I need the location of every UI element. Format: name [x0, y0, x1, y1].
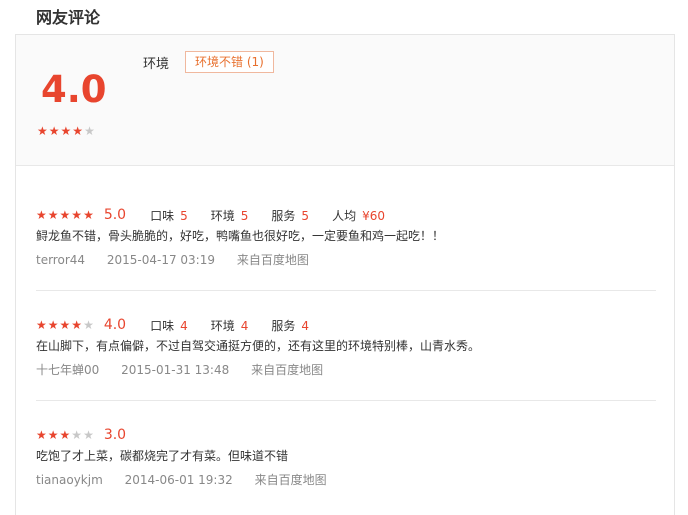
- star-filled-icon: ★: [60, 124, 72, 138]
- review-source: 来自百度地图: [251, 363, 324, 377]
- review-meta: tianaoykjm 2014-06-01 19:32 来自百度地图: [36, 471, 656, 488]
- star-filled-icon: ★: [47, 208, 59, 222]
- star-filled-icon: ★: [47, 428, 59, 442]
- overall-stars: ★ ★ ★ ★ ★: [37, 125, 95, 137]
- review-date: 2014-06-01 19:32: [124, 473, 233, 487]
- review-score: 5.0: [103, 207, 127, 223]
- star-filled-icon: ★: [59, 318, 71, 332]
- star-filled-icon: ★: [36, 318, 47, 332]
- review-date: 2015-04-17 03:19: [106, 253, 215, 267]
- review-stars: ★ ★ ★ ★ ★: [36, 209, 94, 221]
- star-empty-icon: ★: [83, 318, 94, 332]
- review-score: 4.0: [103, 317, 127, 333]
- star-empty-icon: ★: [71, 428, 83, 442]
- star-filled-icon: ★: [36, 428, 47, 442]
- sub-rating: 人均 ¥60: [332, 208, 385, 223]
- review-item: ★ ★ ★ ★ ★ 5.0 口味 5 环境 5 服务 5 人均 ¥60 鲟龙鱼不错，骨头脆脆的，…: [36, 206, 656, 268]
- env-label: 环境: [143, 57, 170, 72]
- star-filled-icon: ★: [47, 318, 59, 332]
- review-text: 吃饱了才上菜，碳都烧完了才有菜。但味道不错: [36, 449, 289, 463]
- star-filled-icon: ★: [83, 208, 94, 222]
- sub-rating: 口味 4: [150, 318, 188, 333]
- review-stars: ★ ★ ★ ★ ★: [36, 429, 94, 441]
- review-user[interactable]: terror44: [36, 253, 85, 267]
- overall-score: 4.0: [41, 68, 107, 111]
- star-filled-icon: ★: [71, 318, 83, 332]
- sub-rating: 环境 5: [210, 208, 249, 223]
- sub-rating: 口味 5: [150, 208, 188, 223]
- section-title: 网友评论: [36, 8, 101, 27]
- review-score: 3.0: [103, 427, 127, 443]
- star-empty-icon: ★: [83, 428, 94, 442]
- review-user[interactable]: 十七年蝉00: [36, 363, 99, 377]
- rating-summary: 4.0 ★ ★ ★ ★ ★ 环境 环境不错 (1): [16, 35, 674, 166]
- review-meta: 十七年蝉00 2015-01-31 13:48 来自百度地图: [36, 361, 656, 378]
- star-filled-icon: ★: [36, 208, 47, 222]
- star-filled-icon: ★: [37, 124, 48, 138]
- star-filled-icon: ★: [48, 124, 60, 138]
- divider: [36, 400, 656, 401]
- review-text: 鲟龙鱼不错，骨头脆脆的，好吃，鸭嘴鱼也很好吃，一定要鱼和鸡一起吃！！: [36, 229, 445, 243]
- review-date: 2015-01-31 13:48: [121, 363, 230, 377]
- star-empty-icon: ★: [84, 124, 95, 138]
- sub-rating: 环境 4: [210, 318, 249, 333]
- divider: [36, 290, 656, 291]
- review-stars: ★ ★ ★ ★ ★: [36, 319, 94, 331]
- star-filled-icon: ★: [59, 208, 71, 222]
- sub-rating: 服务 5: [271, 208, 310, 223]
- sub-rating: 服务 4: [271, 318, 310, 333]
- star-filled-icon: ★: [72, 124, 84, 138]
- review-source: 来自百度地图: [236, 253, 309, 267]
- star-filled-icon: ★: [59, 428, 71, 442]
- review-text: 在山脚下，有点偏僻，不过自驾交通挺方便的，还有这里的环境特别棒，山青水秀。: [36, 339, 481, 353]
- review-item: ★ ★ ★ ★ ★ 3.0 吃饱了才上菜，碳都烧完了才有菜。但味道不错 tianaoyk…: [36, 426, 656, 488]
- reviews-panel: 4.0 ★ ★ ★ ★ ★ 环境 环境不错 (1) ★ ★ ★ ★ ★ 5.0 口味 5 环境 5 …: [15, 34, 675, 515]
- review-meta: terror44 2015-04-17 03:19 来自百度地图: [36, 251, 656, 268]
- star-filled-icon: ★: [71, 208, 83, 222]
- env-tag[interactable]: 环境不错 (1): [185, 51, 274, 73]
- review-item: ★ ★ ★ ★ ★ 4.0 口味 4 环境 4 服务 4 在山脚下，有点偏僻，不过自驾交通挺方…: [36, 316, 656, 378]
- review-source: 来自百度地图: [254, 473, 327, 487]
- review-user[interactable]: tianaoykjm: [36, 473, 103, 487]
